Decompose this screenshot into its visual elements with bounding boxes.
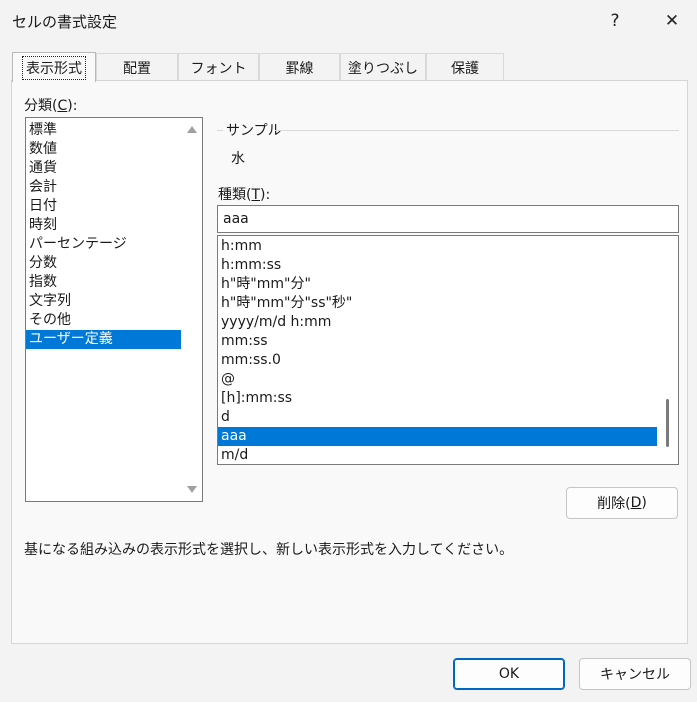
cancel-button[interactable]: キャンセル (579, 658, 691, 690)
close-button[interactable]: ✕ (654, 6, 690, 36)
type-scrollbar[interactable] (658, 236, 678, 464)
ok-button[interactable]: OK (453, 658, 565, 690)
delete-button[interactable]: 削除(D) (566, 487, 678, 519)
help-button[interactable]: ? (597, 6, 633, 36)
description-text: 基になる組み込みの表示形式を選択し、新しい表示形式を入力してください。 (24, 542, 514, 558)
category-scrollbar[interactable] (182, 118, 202, 501)
tab-font[interactable]: フォント (178, 53, 259, 81)
category-list[interactable]: 標準 数値 通貨 会計 日付 時刻 パーセンテージ 分数 指数 文字列 その他 … (25, 117, 203, 502)
sample-divider-left (217, 130, 223, 131)
tab-label: 罫線 (285, 60, 314, 77)
category-item-time[interactable]: 時刻 (26, 216, 181, 235)
category-item-general[interactable]: 標準 (26, 121, 181, 140)
type-item[interactable]: h:mm:ss (218, 256, 657, 275)
sample-label: サンプル (226, 123, 282, 139)
tab-number-format[interactable]: 表示形式 (12, 52, 96, 82)
scroll-down-icon[interactable] (187, 486, 197, 493)
dialog-title: セルの書式設定 (12, 13, 118, 31)
type-label: 種類(T): (218, 187, 271, 203)
tab-label: 塗りつぶし (347, 60, 419, 77)
tab-label: 表示形式 (22, 55, 86, 80)
type-item-selected[interactable]: aaa (218, 427, 657, 446)
category-item-scientific[interactable]: 指数 (26, 273, 181, 292)
type-item[interactable]: m/d (218, 446, 657, 464)
tab-alignment[interactable]: 配置 (96, 53, 178, 81)
type-item[interactable]: [h]:mm:ss (218, 389, 657, 408)
category-item-text[interactable]: 文字列 (26, 292, 181, 311)
scroll-thumb[interactable] (666, 399, 669, 447)
category-item-special[interactable]: その他 (26, 311, 181, 330)
tab-fill[interactable]: 塗りつぶし (340, 53, 426, 81)
tab-protection[interactable]: 保護 (426, 53, 504, 81)
format-cells-dialog: セルの書式設定 ? ✕ 表示形式 配置 フォント 罫線 塗りつぶし 保護 分類(… (0, 0, 697, 702)
type-item[interactable]: @ (218, 370, 657, 389)
tab-label: 保護 (451, 60, 479, 77)
category-item-custom[interactable]: ユーザー定義 (26, 330, 181, 349)
tab-strip: 表示形式 配置 フォント 罫線 塗りつぶし 保護 (12, 52, 512, 82)
title-bar: セルの書式設定 ? ✕ (0, 0, 697, 42)
tab-border[interactable]: 罫線 (259, 53, 340, 81)
type-item[interactable]: h"時"mm"分" (218, 275, 657, 294)
sample-divider-right (275, 130, 679, 131)
close-icon: ✕ (664, 11, 680, 31)
type-item[interactable]: h:mm (218, 237, 657, 256)
category-item-number[interactable]: 数値 (26, 140, 181, 159)
category-item-accounting[interactable]: 会計 (26, 178, 181, 197)
category-item-date[interactable]: 日付 (26, 197, 181, 216)
sample-value: 水 (231, 151, 245, 167)
category-label: 分類(C): (24, 98, 78, 114)
category-item-percentage[interactable]: パーセンテージ (26, 235, 181, 254)
type-list[interactable]: h:mm h:mm:ss h"時"mm"分" h"時"mm"分"ss"秒" yy… (217, 235, 679, 465)
type-item[interactable]: yyyy/m/d h:mm (218, 313, 657, 332)
tab-label: フォント (190, 60, 247, 77)
category-item-currency[interactable]: 通貨 (26, 159, 181, 178)
type-input[interactable]: aaa (217, 205, 679, 233)
type-item[interactable]: mm:ss (218, 332, 657, 351)
scroll-up-icon[interactable] (187, 126, 197, 133)
type-item[interactable]: d (218, 408, 657, 427)
type-item[interactable]: mm:ss.0 (218, 351, 657, 370)
tab-label: 配置 (123, 60, 151, 77)
type-item[interactable]: h"時"mm"分"ss"秒" (218, 294, 657, 313)
category-item-fraction[interactable]: 分数 (26, 254, 181, 273)
